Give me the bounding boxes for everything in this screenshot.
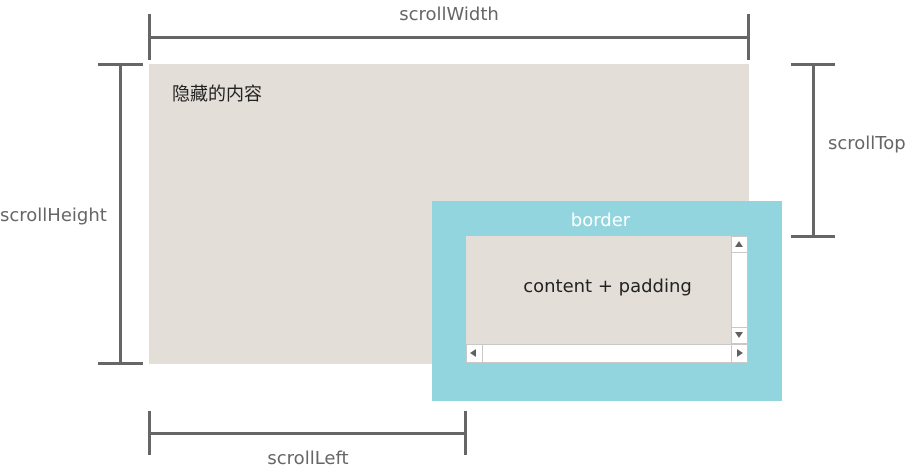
scroll-up-arrow-icon[interactable] xyxy=(735,241,743,247)
horizontal-scrollbar-right-separator xyxy=(731,345,732,362)
scroll-width-label: scrollWidth xyxy=(399,4,499,25)
scroll-down-arrow-icon[interactable] xyxy=(735,332,743,338)
hidden-content-label: 隐藏的内容 xyxy=(172,84,262,105)
border-label: border xyxy=(570,210,631,231)
horizontal-scrollbar-left-separator xyxy=(482,345,483,362)
scroll-top-line xyxy=(812,64,815,236)
scroll-left-label: scrollLeft xyxy=(267,448,349,469)
horizontal-scrollbar[interactable] xyxy=(466,344,748,363)
scroll-left-tick-left xyxy=(148,411,151,455)
scroll-height-tick-bottom xyxy=(98,362,143,365)
scroll-top-label: scrollTop xyxy=(828,133,906,154)
scroll-top-tick-top xyxy=(791,63,835,66)
scroll-height-label: scrollHeight xyxy=(0,205,107,226)
vertical-scrollbar-down-separator xyxy=(732,327,747,328)
scroll-height-tick-top xyxy=(98,63,143,66)
scroll-width-line xyxy=(149,36,749,39)
scroll-left-line xyxy=(149,432,466,435)
scroll-right-arrow-icon[interactable] xyxy=(737,349,743,357)
scroll-left-tick-right xyxy=(464,411,467,455)
scroll-height-line xyxy=(119,64,122,364)
content-padding-label: content + padding xyxy=(523,276,692,297)
scroll-top-tick-bottom xyxy=(791,235,835,238)
vertical-scrollbar-up-separator xyxy=(732,252,747,253)
scroll-left-arrow-icon[interactable] xyxy=(470,349,476,357)
